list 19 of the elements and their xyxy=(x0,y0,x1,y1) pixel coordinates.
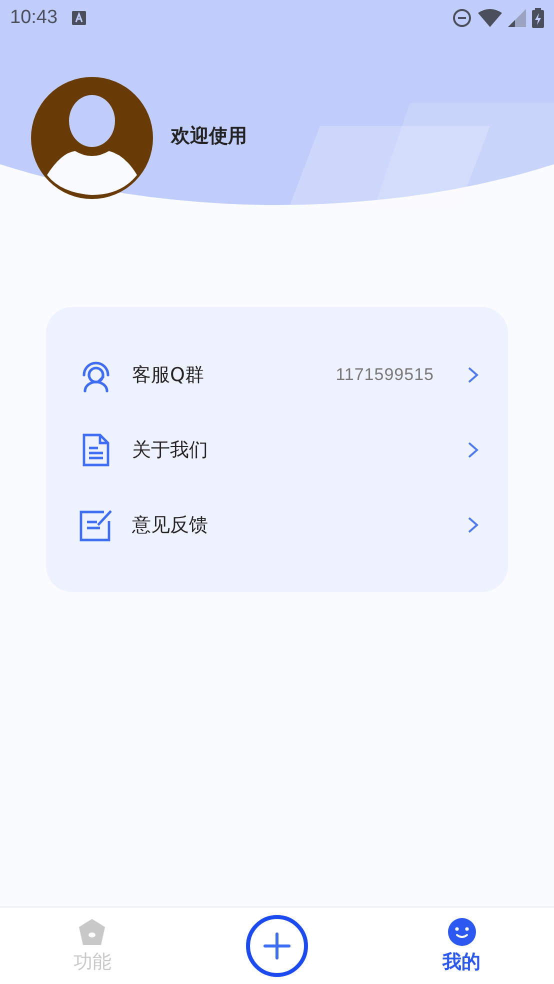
battery-icon xyxy=(532,8,544,28)
chevron-right-icon xyxy=(466,366,480,384)
group-number: 1171599515 xyxy=(336,364,434,384)
chevron-right-icon xyxy=(466,516,480,534)
menu-item[interactable]: 意见反馈 xyxy=(78,487,480,562)
welcome-text: 欢迎使用 xyxy=(171,124,247,149)
mine-tab[interactable]: 我的 xyxy=(369,917,554,975)
signal-icon xyxy=(508,9,526,27)
do-not-disturb-icon xyxy=(452,8,472,28)
status-time: 10:43 xyxy=(10,7,58,29)
wifi-icon xyxy=(478,9,502,27)
avatar-icon xyxy=(31,77,153,199)
pentagon-icon xyxy=(77,917,108,947)
keyboard-icon xyxy=(72,11,86,25)
smiley-icon xyxy=(446,917,477,947)
plus-icon xyxy=(262,931,292,961)
menu-item[interactable]: 客服Q群 1171599515 xyxy=(78,337,480,412)
menu-item[interactable]: 关于我们 xyxy=(78,412,480,487)
chevron-right-icon xyxy=(466,440,480,458)
